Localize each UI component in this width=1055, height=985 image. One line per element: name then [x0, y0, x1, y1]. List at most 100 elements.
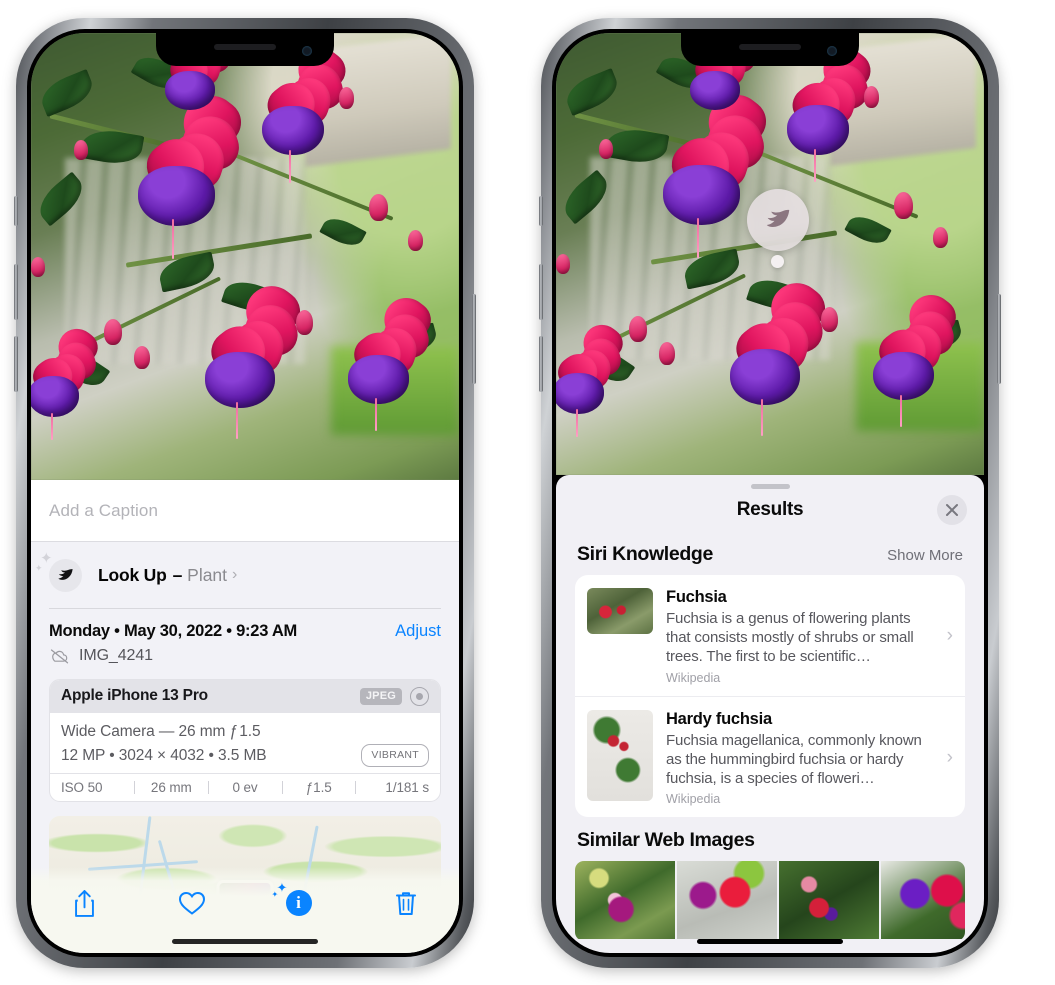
volume-down-button[interactable] [539, 336, 543, 392]
power-button[interactable] [997, 294, 1001, 384]
exif-stat-ev: 0 ev [232, 779, 258, 795]
flower-bud [31, 256, 45, 277]
icloud-slash-icon [50, 648, 69, 663]
exif-header: Apple iPhone 13 Pro JPEG [50, 679, 440, 713]
exif-stat-aperture: ƒ1.5 [305, 779, 332, 795]
sparkle-icon: ✦ [40, 549, 53, 567]
exif-stat-iso: ISO 50 [61, 779, 103, 795]
leaf-icon [766, 209, 790, 227]
flower-bud [133, 345, 150, 369]
trash-icon [395, 891, 416, 915]
earpiece-speaker [739, 44, 801, 50]
flower-bud [407, 229, 423, 251]
fuchsia-bloom [245, 38, 353, 183]
front-camera [827, 46, 837, 56]
style-badge: VIBRANT [361, 744, 429, 767]
results-sheet: Results Siri Knowledge Show More Fuchsia… [556, 475, 984, 953]
look-up-dash: – [172, 564, 183, 585]
fuchsia-bloom [856, 285, 963, 428]
exif-stat-shutter: 1/181 s [385, 779, 430, 795]
camera-device: Apple iPhone 13 Pro [61, 687, 208, 704]
phone-left-body: Add a Caption ✦ ✦ Look Up – Plant › Mond… [27, 29, 463, 957]
share-button[interactable] [56, 881, 114, 925]
visual-look-up-badge[interactable] [747, 189, 809, 251]
caption-placeholder: Add a Caption [49, 500, 159, 520]
similar-web-images-header: Similar Web Images [556, 817, 984, 861]
leaf-icon [58, 568, 73, 580]
chevron-right-icon: › [232, 566, 238, 583]
sparkle-icon: ✦ [35, 562, 43, 573]
flower-bud [821, 307, 839, 333]
phone-right-screen: Results Siri Knowledge Show More Fuchsia… [556, 33, 984, 953]
file-row: IMG_4241 [31, 641, 459, 665]
power-button[interactable] [472, 294, 476, 384]
close-icon [946, 504, 958, 516]
look-up-label: Look Up [98, 564, 167, 585]
info-badge: ✦ ✦ i [272, 881, 312, 916]
flower-bud [598, 139, 613, 160]
photo-date: Monday • May 30, 2022 • 9:23 AM [49, 621, 298, 640]
flower-bud [864, 86, 880, 109]
info-icon: i [285, 890, 312, 916]
phone-right-body: Results Siri Knowledge Show More Fuchsia… [552, 29, 988, 957]
knowledge-source: Wikipedia [666, 792, 721, 807]
look-up-row[interactable]: ✦ ✦ Look Up – Plant › [31, 542, 459, 608]
favorite-button[interactable] [163, 881, 221, 925]
phone-left: Add a Caption ✦ ✦ Look Up – Plant › Mond… [14, 18, 476, 968]
photo-info-sheet: Add a Caption ✦ ✦ Look Up – Plant › Mond… [31, 480, 459, 953]
home-indicator[interactable] [697, 939, 843, 944]
flower-bud [556, 254, 570, 274]
home-indicator[interactable] [172, 939, 318, 944]
date-row: Monday • May 30, 2022 • 9:23 AM Adjust [31, 609, 459, 641]
info-button[interactable]: ✦ ✦ i [270, 881, 328, 925]
mute-switch[interactable] [539, 196, 543, 226]
section-title: Similar Web Images [577, 829, 755, 852]
exif-body: Wide Camera — 26 mm ƒ 1.5 12 MP • 3024 ×… [50, 713, 440, 773]
size-line-row: 12 MP • 3024 × 4032 • 3.5 MB VIBRANT [61, 744, 429, 768]
knowledge-item[interactable]: Hardy fuchsia Fuchsia magellanica, commo… [575, 695, 965, 818]
aperture-icon [410, 686, 429, 706]
chevron-right-icon: › [946, 625, 953, 647]
phone-left-screen: Add a Caption ✦ ✦ Look Up – Plant › Mond… [31, 33, 459, 953]
show-more-button[interactable]: Show More [887, 547, 963, 564]
photo-viewer[interactable] [556, 33, 984, 475]
look-up-subject: Plant [187, 564, 228, 585]
knowledge-card: Fuchsia Fuchsia is a genus of flowering … [575, 575, 965, 818]
notch [681, 33, 859, 66]
heart-icon [178, 891, 205, 915]
volume-up-button[interactable] [539, 264, 543, 320]
file-name: IMG_4241 [79, 646, 153, 664]
volume-down-button[interactable] [14, 336, 18, 392]
format-badge: JPEG [359, 687, 402, 705]
front-camera [302, 46, 312, 56]
web-image-thumbnail[interactable] [779, 861, 879, 940]
flower-bud [103, 319, 122, 346]
web-image-thumbnail[interactable] [575, 861, 675, 940]
caption-field[interactable]: Add a Caption [31, 480, 459, 542]
flower-bud [628, 315, 647, 342]
similar-web-images-row[interactable] [575, 861, 965, 941]
knowledge-item[interactable]: Fuchsia Fuchsia is a genus of flowering … [575, 575, 965, 696]
knowledge-thumbnail [587, 709, 653, 801]
volume-up-button[interactable] [14, 264, 18, 320]
results-title: Results [736, 499, 804, 520]
results-header: Results [556, 489, 984, 531]
sparkle-icon: ✦ [271, 890, 279, 899]
flower-bud [296, 310, 314, 336]
fuchsia-bloom [556, 317, 629, 437]
earpiece-speaker [214, 44, 276, 50]
fuchsia-bloom [117, 84, 250, 259]
exif-stats: ISO 50 26 mm 0 ev ƒ1.5 1/181 s [50, 772, 440, 801]
look-up-chip: ✦ ✦ [35, 551, 82, 592]
flower-bud [339, 86, 355, 109]
web-image-thumbnail[interactable] [881, 861, 965, 940]
lens-line: Wide Camera — 26 mm ƒ 1.5 [61, 722, 261, 740]
delete-button[interactable] [377, 881, 435, 925]
web-image-thumbnail[interactable] [677, 861, 777, 940]
adjust-button[interactable]: Adjust [395, 622, 441, 641]
knowledge-title: Hardy fuchsia [666, 709, 772, 728]
mute-switch[interactable] [14, 196, 18, 226]
close-button[interactable] [937, 495, 967, 525]
size-line: 12 MP • 3024 × 4032 • 3.5 MB [61, 746, 267, 764]
photo-viewer[interactable] [31, 33, 459, 480]
